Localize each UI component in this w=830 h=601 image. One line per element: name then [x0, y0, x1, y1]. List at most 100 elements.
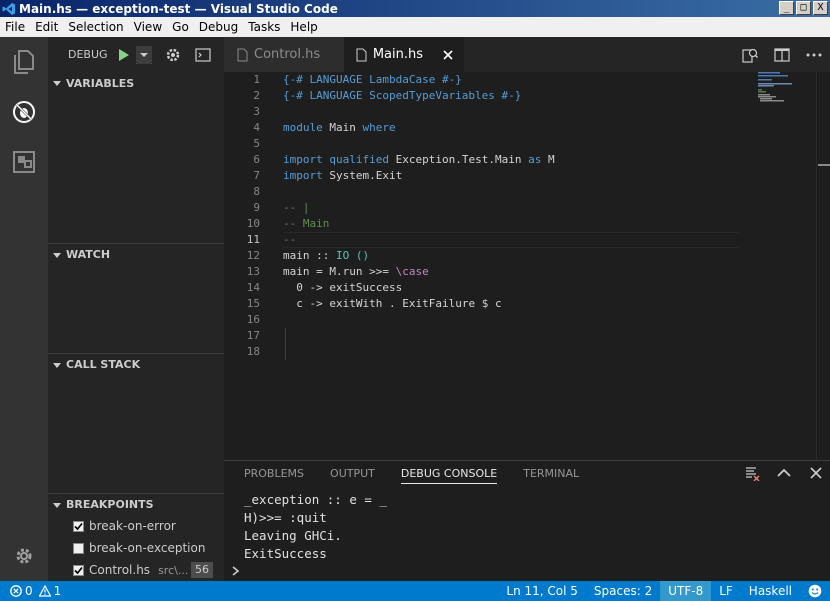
- chevron-down-icon[interactable]: [135, 45, 152, 64]
- breakpoint-item[interactable]: Control.hs src\... 56: [48, 559, 224, 581]
- menu-view[interactable]: View: [129, 20, 167, 34]
- status-bar: 0 1 Ln 11, Col 5 Spaces: 2 UTF-8 LF Hask…: [0, 581, 830, 601]
- debug-icon[interactable]: [12, 100, 36, 124]
- warning-icon[interactable]: [38, 585, 51, 597]
- console-line: H)>>= :quit: [244, 510, 327, 525]
- vscode-logo-icon: [2, 2, 16, 16]
- line-number: 13: [246, 265, 260, 278]
- code-line[interactable]: {-# LANGUAGE LambdaCase #-}: [283, 72, 462, 88]
- window-title: Main.hs — exception-test — Visual Studio…: [19, 1, 338, 16]
- breakpoint-item[interactable]: break-on-error: [48, 515, 224, 537]
- checkbox-checked-icon[interactable]: [73, 520, 84, 532]
- code-line[interactable]: c -> exitWith . ExitFailure $ c: [283, 296, 501, 312]
- code-line[interactable]: import System.Exit: [283, 168, 402, 184]
- tab-debug-console[interactable]: DEBUG CONSOLE: [400, 461, 498, 485]
- minimize-button[interactable]: _: [779, 1, 794, 15]
- debug-config-gear-icon[interactable]: [164, 46, 182, 64]
- line-number: 10: [246, 217, 260, 230]
- checkbox-checked-icon[interactable]: [73, 564, 84, 576]
- variables-title: VARIABLES: [66, 76, 135, 90]
- line-number: 3: [253, 105, 260, 118]
- open-console-icon[interactable]: [194, 46, 212, 64]
- close-panel-icon[interactable]: [806, 463, 826, 483]
- line-number: 14: [246, 281, 260, 294]
- variables-section-header[interactable]: VARIABLES: [48, 72, 224, 94]
- code-editor[interactable]: 1 2 3 4 5 6 7 8 9 10 11 12 13 14 15 16 17 18 {-# LANGUAGE…: [224, 72, 830, 460]
- menu-help[interactable]: Help: [285, 20, 322, 34]
- line-number: 9: [253, 201, 260, 214]
- code-line[interactable]: main :: IO (): [283, 248, 369, 264]
- line-number: 7: [253, 169, 260, 182]
- open-changes-icon[interactable]: [738, 43, 762, 67]
- more-actions-icon[interactable]: [802, 43, 826, 67]
- close-window-button[interactable]: X: [813, 1, 828, 15]
- settings-gear-icon[interactable]: [12, 544, 36, 568]
- split-editor-icon[interactable]: [770, 43, 794, 67]
- start-debugging-icon[interactable]: [116, 47, 132, 63]
- code-line[interactable]: import qualified Exception.Test.Main as …: [283, 152, 555, 168]
- cursor-position[interactable]: Ln 11, Col 5: [498, 581, 586, 601]
- explorer-icon[interactable]: [12, 50, 36, 74]
- error-count[interactable]: 0: [25, 584, 33, 598]
- chevron-down-icon: [48, 251, 66, 259]
- checkbox-unchecked-icon[interactable]: [73, 542, 84, 554]
- breakpoints-section-header[interactable]: BREAKPOINTS: [48, 493, 224, 515]
- line-number: 17: [246, 329, 260, 342]
- line-number: 15: [246, 297, 260, 310]
- breakpoint-label: break-on-error: [89, 519, 176, 533]
- debug-console-output: _exception :: e = _ H)>>= :quit Leaving …: [244, 491, 387, 563]
- menu-debug[interactable]: Debug: [194, 20, 243, 34]
- indentation[interactable]: Spaces: 2: [586, 581, 660, 601]
- end-of-line[interactable]: LF: [711, 581, 741, 601]
- breakpoint-label: break-on-exception: [89, 541, 206, 555]
- tab-main-hs[interactable]: Main.hs: [344, 37, 464, 72]
- maximize-button[interactable]: □: [796, 1, 811, 15]
- code-line[interactable]: --: [283, 232, 296, 248]
- maximize-panel-icon[interactable]: [774, 463, 794, 483]
- editor-tabs: Control.hs Main.hs: [224, 37, 830, 72]
- feedback-smiley-icon[interactable]: [800, 581, 830, 601]
- breakpoint-item[interactable]: break-on-exception: [48, 537, 224, 559]
- line-number: 6: [253, 153, 260, 166]
- language-mode[interactable]: Haskell: [741, 581, 800, 601]
- close-icon[interactable]: [441, 49, 454, 60]
- code-line[interactable]: -- Main: [283, 216, 329, 232]
- vertical-scrollbar[interactable]: [816, 72, 830, 460]
- console-line: _exception :: e = _: [244, 492, 387, 507]
- code-line[interactable]: 0 -> exitSuccess: [283, 280, 402, 296]
- watch-section-header[interactable]: WATCH: [48, 243, 224, 265]
- minimap[interactable]: [756, 72, 816, 132]
- encoding[interactable]: UTF-8: [660, 581, 712, 601]
- debug-label: DEBUG: [68, 48, 108, 61]
- scroll-position-marker: [818, 164, 830, 166]
- menu-go[interactable]: Go: [167, 20, 194, 34]
- warning-count[interactable]: 1: [54, 584, 62, 598]
- debug-sidebar: DEBUG VARIABLES WATCH CALL STACK BREAKPO…: [48, 37, 224, 581]
- code-line[interactable]: {-# LANGUAGE ScopedTypeVariables #-}: [283, 88, 521, 104]
- line-number: 8: [253, 185, 260, 198]
- tab-problems[interactable]: PROBLEMS: [244, 461, 304, 485]
- menu-selection[interactable]: Selection: [63, 20, 128, 34]
- tab-terminal[interactable]: TERMINAL: [523, 461, 579, 485]
- watch-title: WATCH: [66, 248, 111, 261]
- breakpoint-line-badge: 56: [191, 562, 213, 578]
- code-line[interactable]: -- |: [283, 200, 310, 216]
- repl-input[interactable]: [232, 563, 822, 581]
- menu-tasks[interactable]: Tasks: [243, 20, 285, 34]
- error-icon[interactable]: [10, 585, 22, 597]
- menu-file[interactable]: File: [0, 20, 30, 34]
- menu-edit[interactable]: Edit: [30, 20, 63, 34]
- tab-output[interactable]: OUTPUT: [330, 461, 375, 485]
- clear-console-icon[interactable]: [742, 463, 762, 483]
- code-line[interactable]: module Main where: [283, 120, 396, 136]
- call-stack-title: CALL STACK: [66, 358, 141, 371]
- haskell-file-icon: [354, 47, 369, 63]
- extensions-icon[interactable]: [12, 150, 36, 174]
- code-line[interactable]: main = M.run >>= \case: [283, 264, 429, 280]
- debug-toolbar: DEBUG: [48, 37, 224, 72]
- haskell-file-icon: [234, 47, 250, 63]
- line-number: 1: [253, 73, 260, 86]
- call-stack-section-header[interactable]: CALL STACK: [48, 353, 224, 375]
- tab-control-hs[interactable]: Control.hs: [224, 37, 344, 72]
- line-number: 16: [246, 313, 260, 326]
